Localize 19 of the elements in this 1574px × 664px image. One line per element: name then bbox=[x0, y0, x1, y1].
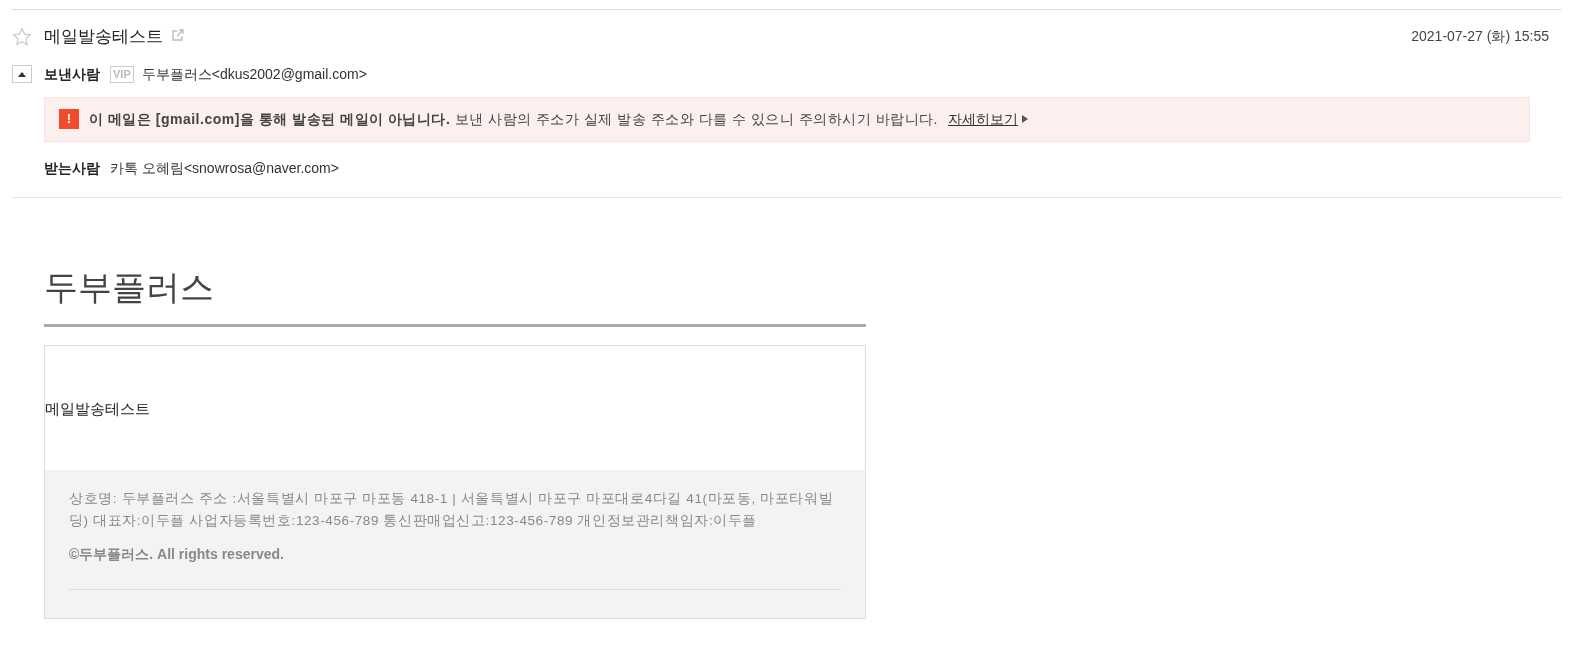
sent-date: 2021-07-27 (화) 15:55 bbox=[1411, 27, 1549, 47]
details-link[interactable]: 자세히보기 bbox=[948, 108, 1028, 130]
email-content: 메일발송테스트 bbox=[45, 398, 150, 419]
vip-badge: VIP bbox=[110, 65, 134, 83]
email-subject: 메일발송테스트 bbox=[44, 26, 163, 48]
recipient-address: 카톡 오혜림<snowrosa@naver.com> bbox=[110, 158, 339, 178]
caret-icon bbox=[18, 71, 26, 77]
company-info: 상호명: 두부플러스 주소 :서울특별시 마포구 마포동 418-1 | 서울특별시 마포구 마포대로4다길 41(마포동, 마포타워빌딩) 대표자:이두플 사업자등록번호:123-456-789 통신판매업신고:123-456-789 개인정보관리책임자:이두플 bbox=[69, 489, 835, 530]
star-icon[interactable] bbox=[12, 26, 32, 47]
copyright-text: ©두부플러스. All rights reserved. bbox=[69, 544, 285, 564]
warning-message: 이 메일은 [gmail.com]을 통해 발송된 메일이 아닙니다. 보낸 사람의 주소가 실제 발송 주소와 다를 수 있으니 주의하시기 바랍니다. bbox=[89, 109, 938, 129]
caret-icon bbox=[1022, 115, 1028, 123]
external-link-icon[interactable] bbox=[171, 28, 185, 43]
sender-label: 보낸사람 bbox=[44, 64, 100, 84]
recipient-label: 받는사람 bbox=[44, 158, 100, 178]
sender-address: 두부플러스<dkus2002@gmail.com> bbox=[141, 64, 367, 84]
brand-title: 두부플러스 bbox=[44, 263, 866, 327]
collapse-toggle[interactable] bbox=[12, 65, 32, 83]
warning-icon: ! bbox=[59, 109, 79, 129]
